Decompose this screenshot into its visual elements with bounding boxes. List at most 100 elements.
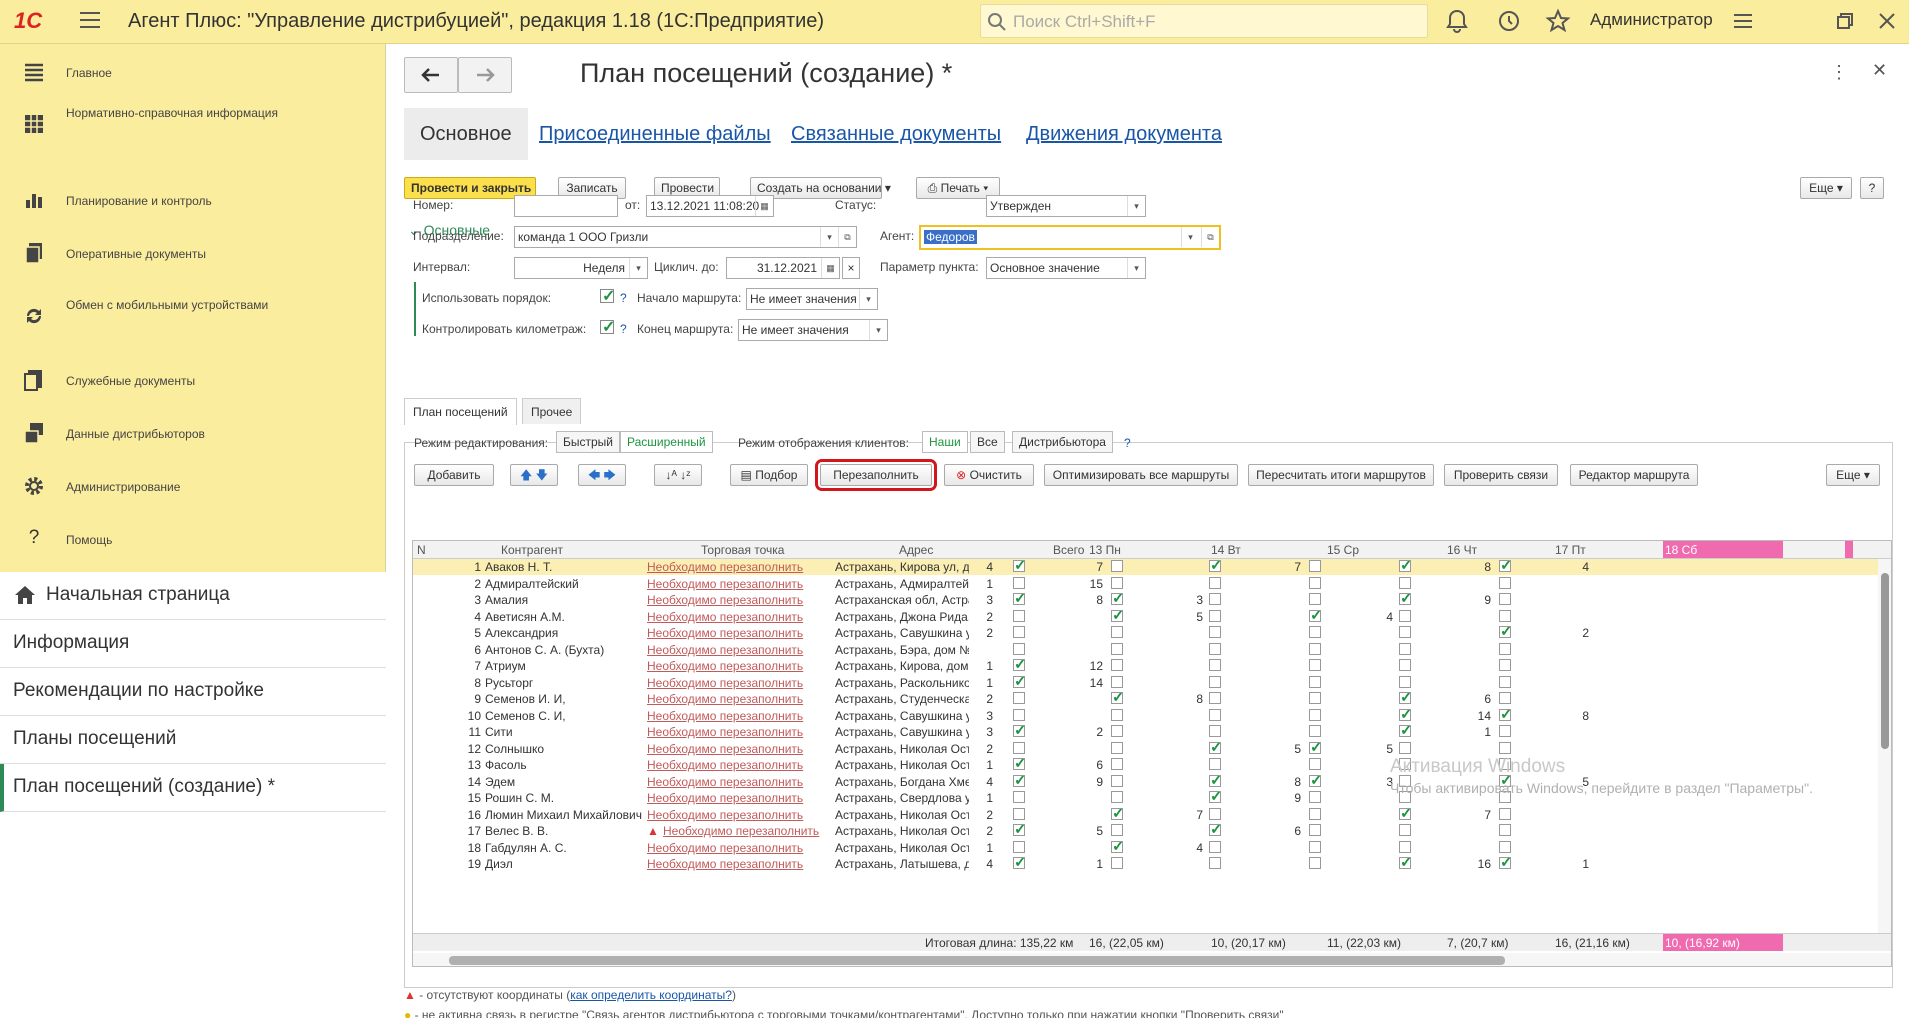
sidebar-link-visit-plans[interactable]: Планы посещений bbox=[0, 716, 386, 764]
day-checkbox[interactable] bbox=[1013, 840, 1025, 853]
clear-cycle-icon[interactable]: × bbox=[842, 257, 860, 279]
day-checkbox[interactable] bbox=[1013, 824, 1025, 836]
how-to-coords-link[interactable]: как определить координаты? bbox=[570, 988, 732, 1002]
table-row[interactable]: 10 Семенов С. И, Необходимо перезаполнить А… bbox=[413, 708, 1891, 724]
day-checkbox[interactable] bbox=[1013, 807, 1025, 820]
bell-icon[interactable] bbox=[1444, 8, 1470, 34]
control-mileage-checkbox[interactable] bbox=[600, 317, 615, 337]
col-day-tue[interactable]: 14 Вт bbox=[1211, 543, 1241, 557]
sidebar-item-mobile-exchange[interactable]: Обмен с мобильными устройствами bbox=[0, 292, 386, 342]
date-field[interactable]: 13.12.2021 11:08:20 ▦ bbox=[646, 195, 774, 217]
day-checkbox[interactable] bbox=[1309, 741, 1321, 754]
refill-button[interactable]: Перезаполнить bbox=[815, 459, 937, 491]
sidebar-item-operational[interactable]: Оперативные документы bbox=[0, 239, 386, 269]
move-left-right-buttons[interactable]: 🡄 🡆 bbox=[578, 464, 626, 486]
day-checkbox[interactable] bbox=[1399, 675, 1411, 688]
day-checkbox[interactable] bbox=[1013, 692, 1025, 704]
chevron-down-icon[interactable]: ▾ bbox=[869, 320, 887, 340]
day-checkbox[interactable] bbox=[1399, 807, 1411, 820]
day-checkbox[interactable] bbox=[1309, 791, 1321, 803]
table-row[interactable]: 13 Фасоль Необходимо перезаполнить Астрахан… bbox=[413, 757, 1891, 773]
table-row[interactable]: 2 Адмиралтейский Необходимо перезаполнить А… bbox=[413, 576, 1891, 592]
day-checkbox[interactable] bbox=[1111, 560, 1123, 572]
display-mode-distributor[interactable]: Дистрибьютора bbox=[1012, 431, 1113, 453]
col-day-sat[interactable]: 18 Сб bbox=[1663, 541, 1783, 558]
vertical-scrollbar[interactable] bbox=[1878, 559, 1891, 933]
table-row[interactable]: 7 Атриум Необходимо перезаполнить Астрахань… bbox=[413, 658, 1891, 674]
day-checkbox[interactable] bbox=[1499, 807, 1511, 820]
day-checkbox[interactable] bbox=[1309, 824, 1321, 836]
horizontal-scrollbar[interactable] bbox=[413, 953, 1891, 966]
day-checkbox[interactable] bbox=[1309, 659, 1321, 671]
table-row[interactable]: 18 Габдулян А. С. Необходимо перезаполнить… bbox=[413, 840, 1891, 856]
status-select[interactable]: Утвержден ▾ bbox=[986, 195, 1146, 217]
day-checkbox[interactable] bbox=[1309, 774, 1321, 787]
day-checkbox[interactable] bbox=[1499, 593, 1511, 605]
day-checkbox[interactable] bbox=[1499, 576, 1511, 589]
settings-lines-icon[interactable] bbox=[1730, 8, 1756, 34]
day-checkbox[interactable] bbox=[1013, 642, 1025, 655]
day-checkbox[interactable] bbox=[1111, 791, 1123, 803]
day-checkbox[interactable] bbox=[1399, 840, 1411, 853]
day-checkbox[interactable] bbox=[1111, 659, 1123, 671]
display-mode-help[interactable]: ? bbox=[1124, 436, 1131, 450]
day-checkbox[interactable] bbox=[1209, 857, 1221, 869]
day-checkbox[interactable] bbox=[1111, 774, 1123, 787]
tab-attached-files[interactable]: Присоединенные файлы bbox=[539, 108, 771, 160]
day-checkbox[interactable] bbox=[1111, 642, 1123, 655]
day-checkbox[interactable] bbox=[1209, 576, 1221, 589]
sidebar-item-help[interactable]: ? Помощь bbox=[0, 525, 386, 555]
recalc-routes-button[interactable]: Пересчитать итоги маршрутов bbox=[1248, 464, 1434, 486]
table-row[interactable]: 4 Аветисян А.М. Необходимо перезаполнить Ас… bbox=[413, 609, 1891, 625]
day-checkbox[interactable] bbox=[1499, 708, 1511, 721]
optimize-routes-button[interactable]: Оптимизировать все маршруты bbox=[1044, 464, 1238, 486]
day-checkbox[interactable] bbox=[1209, 708, 1221, 721]
day-checkbox[interactable] bbox=[1209, 609, 1221, 622]
col-day-wed[interactable]: 15 Ср bbox=[1327, 543, 1359, 557]
arrow-right-blue-icon[interactable]: 🡆 bbox=[604, 468, 616, 482]
day-checkbox[interactable] bbox=[1111, 758, 1123, 770]
day-checkbox[interactable] bbox=[1111, 807, 1123, 820]
cell-trade-point[interactable]: Необходимо перезаполнить bbox=[647, 758, 827, 772]
day-checkbox[interactable] bbox=[1309, 609, 1321, 622]
day-checkbox[interactable] bbox=[1209, 791, 1221, 803]
edit-mode-fast[interactable]: Быстрый bbox=[556, 431, 620, 453]
cell-trade-point[interactable]: Необходимо перезаполнить bbox=[647, 808, 827, 822]
cell-trade-point[interactable]: Необходимо перезаполнить bbox=[647, 659, 827, 673]
day-checkbox[interactable] bbox=[1309, 560, 1321, 572]
history-icon[interactable] bbox=[1496, 8, 1522, 34]
day-checkbox[interactable] bbox=[1209, 758, 1221, 770]
add-button[interactable]: Добавить bbox=[414, 464, 494, 486]
day-checkbox[interactable] bbox=[1499, 692, 1511, 704]
vertical-scroll-thumb[interactable] bbox=[1881, 573, 1889, 749]
day-checkbox[interactable] bbox=[1013, 675, 1025, 688]
day-checkbox[interactable] bbox=[1499, 642, 1511, 655]
day-checkbox[interactable] bbox=[1111, 708, 1123, 721]
sort-desc-icon[interactable]: ↓ᶻ bbox=[680, 468, 690, 482]
day-checkbox[interactable] bbox=[1309, 857, 1321, 869]
cell-trade-point[interactable]: Необходимо перезаполнить bbox=[647, 643, 827, 657]
chevron-down-icon[interactable]: ▾ bbox=[1181, 227, 1199, 247]
cell-trade-point[interactable]: Необходимо перезаполнить bbox=[647, 841, 827, 855]
cell-trade-point[interactable]: Необходимо перезаполнить bbox=[647, 725, 827, 739]
col-address[interactable]: Адрес bbox=[899, 543, 933, 557]
main-menu-icon[interactable] bbox=[80, 12, 100, 30]
table-row[interactable]: 12 Солнышко Необходимо перезаполнить Астрах… bbox=[413, 741, 1891, 757]
tab-doc-movements[interactable]: Движения документа bbox=[1026, 108, 1222, 160]
col-contractor[interactable]: Контрагент bbox=[501, 543, 563, 557]
col-day-thu[interactable]: 16 Чт bbox=[1447, 543, 1477, 557]
chevron-down-icon[interactable]: ▾ bbox=[820, 227, 838, 247]
cell-trade-point[interactable]: Необходимо перезаполнить bbox=[647, 676, 827, 690]
day-checkbox[interactable] bbox=[1399, 824, 1411, 836]
close-doc-icon[interactable]: ✕ bbox=[1872, 60, 1887, 81]
cycle-date-field[interactable]: 31.12.2021 ▦ bbox=[726, 257, 840, 279]
day-checkbox[interactable] bbox=[1309, 675, 1321, 688]
day-checkbox[interactable] bbox=[1111, 609, 1123, 622]
display-mode-all[interactable]: Все bbox=[970, 431, 1005, 453]
arrow-left-blue-icon[interactable]: 🡄 bbox=[588, 468, 600, 482]
day-checkbox[interactable] bbox=[1499, 857, 1511, 869]
day-checkbox[interactable] bbox=[1209, 626, 1221, 638]
point-param-select[interactable]: Основное значение ▾ bbox=[986, 257, 1146, 279]
day-checkbox[interactable] bbox=[1209, 725, 1221, 737]
day-checkbox[interactable] bbox=[1013, 758, 1025, 770]
